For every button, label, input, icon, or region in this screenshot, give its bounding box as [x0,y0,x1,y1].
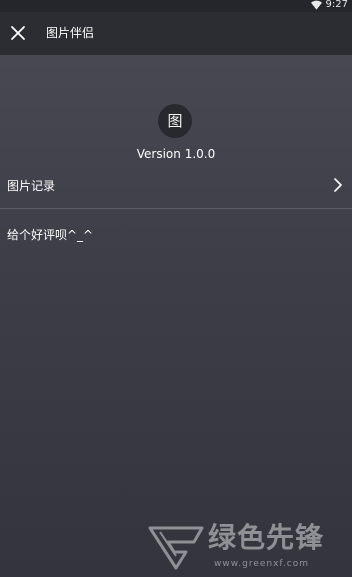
app-logo: 图 [158,104,192,138]
menu-item-rate-app[interactable]: 给个好评呗^_^ [0,220,352,250]
status-bar: 9:27 [0,0,352,12]
watermark-logo-icon [148,526,204,570]
status-time: 9:27 [325,0,348,10]
menu-item-label: 图片记录 [7,179,56,193]
menu-item-label: 给个好评呗^_^ [7,228,94,242]
close-button[interactable] [5,20,31,46]
image-app-icon: 图 [167,111,183,130]
app-bar: 图片伴侣 [0,12,352,55]
watermark: 绿色先锋 www.greenxf.com [140,518,352,577]
page-title: 图片伴侣 [46,26,95,40]
version-label: Version 1.0.0 [136,147,216,161]
close-icon [11,26,25,40]
status-icons: 9:27 [310,0,348,10]
menu-item-image-records[interactable]: 图片记录 [0,170,352,209]
chevron-right-icon [334,178,342,192]
watermark-brand: 绿色先锋 [208,521,325,554]
watermark-url: www.greenxf.com [214,559,310,569]
wifi-icon [310,0,322,10]
